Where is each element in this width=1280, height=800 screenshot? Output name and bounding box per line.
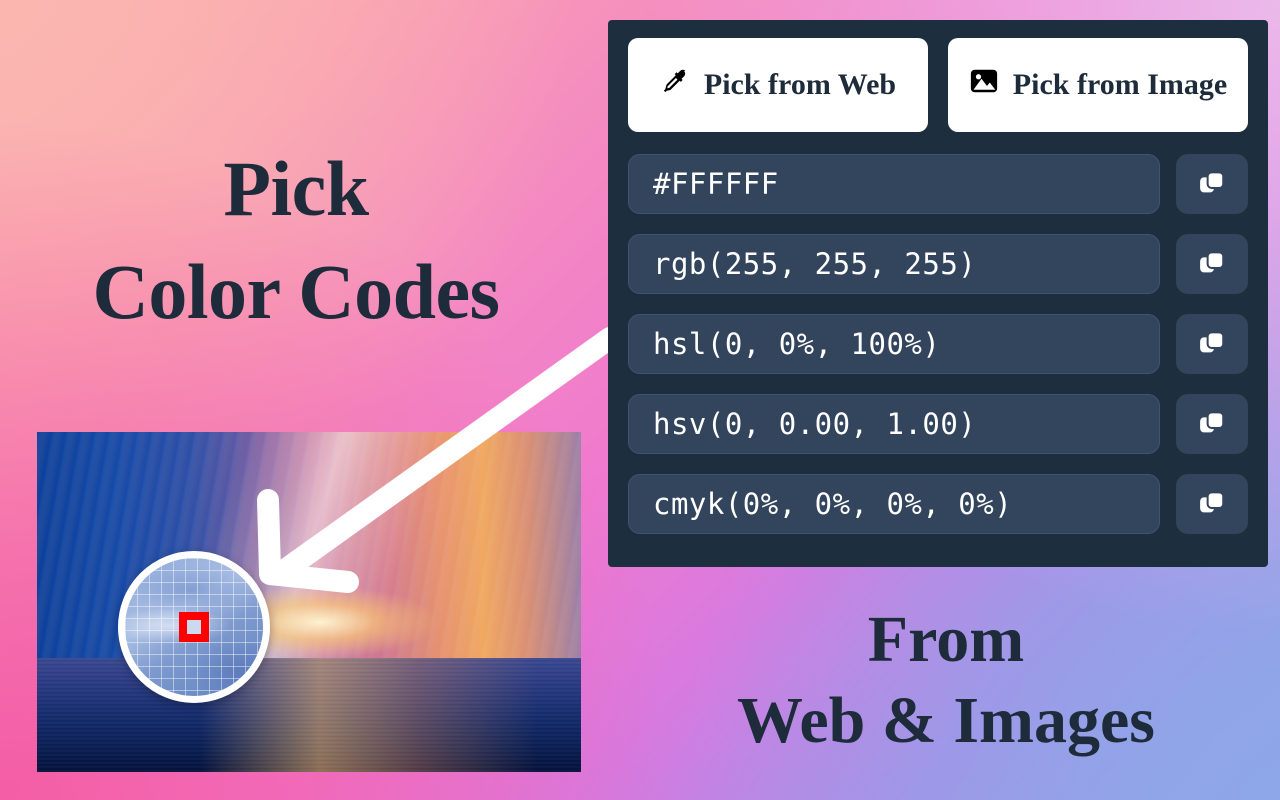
pick-from-image-label: Pick from Image — [1012, 68, 1228, 101]
tagline-line-2: Web & Images — [737, 683, 1155, 757]
tagline: From Web & Images — [612, 600, 1280, 761]
color-code-row-hsv: hsv(0, 0.00, 1.00) — [628, 394, 1248, 454]
eyedropper-icon — [660, 66, 690, 104]
copy-icon — [1197, 408, 1227, 441]
cmyk-value-field[interactable]: cmyk(0%, 0%, 0%, 0%) — [628, 474, 1160, 534]
pick-from-web-label: Pick from Web — [703, 68, 897, 101]
photo-sea — [37, 658, 581, 772]
copy-icon — [1197, 328, 1227, 361]
image-icon — [969, 66, 999, 104]
color-code-row-rgb: rgb(255, 255, 255) — [628, 234, 1248, 294]
hsv-value-field[interactable]: hsv(0, 0.00, 1.00) — [628, 394, 1160, 454]
copy-icon — [1197, 488, 1227, 521]
copy-hsv-button[interactable] — [1176, 394, 1248, 454]
color-code-row-hex: #FFFFFF — [628, 154, 1248, 214]
page-title-line-2: Color Codes — [92, 247, 500, 335]
page-title: Pick Color Codes — [0, 138, 592, 344]
pick-from-web-button[interactable]: Pick from Web — [628, 38, 928, 132]
copy-hsl-button[interactable] — [1176, 314, 1248, 374]
sample-photo[interactable] — [37, 432, 581, 772]
copy-icon — [1197, 168, 1227, 201]
copy-icon — [1197, 248, 1227, 281]
pick-from-image-button[interactable]: Pick from Image — [948, 38, 1248, 132]
magnifier-loupe[interactable] — [118, 551, 270, 703]
color-picker-panel: Pick from Web Pick from Image #FFFFFF rg… — [608, 20, 1268, 567]
color-code-row-cmyk: cmyk(0%, 0%, 0%, 0%) — [628, 474, 1248, 534]
hsl-value-field[interactable]: hsl(0, 0%, 100%) — [628, 314, 1160, 374]
copy-hex-button[interactable] — [1176, 154, 1248, 214]
hex-value-field[interactable]: #FFFFFF — [628, 154, 1160, 214]
color-code-rows: #FFFFFF rgb(255, 255, 255) hsl(0, 0%, 10… — [628, 154, 1248, 534]
rgb-value-field[interactable]: rgb(255, 255, 255) — [628, 234, 1160, 294]
tagline-line-1: From — [867, 603, 1025, 676]
panel-action-buttons: Pick from Web Pick from Image — [628, 38, 1248, 132]
copy-rgb-button[interactable] — [1176, 234, 1248, 294]
color-code-row-hsl: hsl(0, 0%, 100%) — [628, 314, 1248, 374]
copy-cmyk-button[interactable] — [1176, 474, 1248, 534]
page-title-line-1: Pick — [223, 145, 369, 232]
pixel-selection-square — [179, 612, 209, 642]
